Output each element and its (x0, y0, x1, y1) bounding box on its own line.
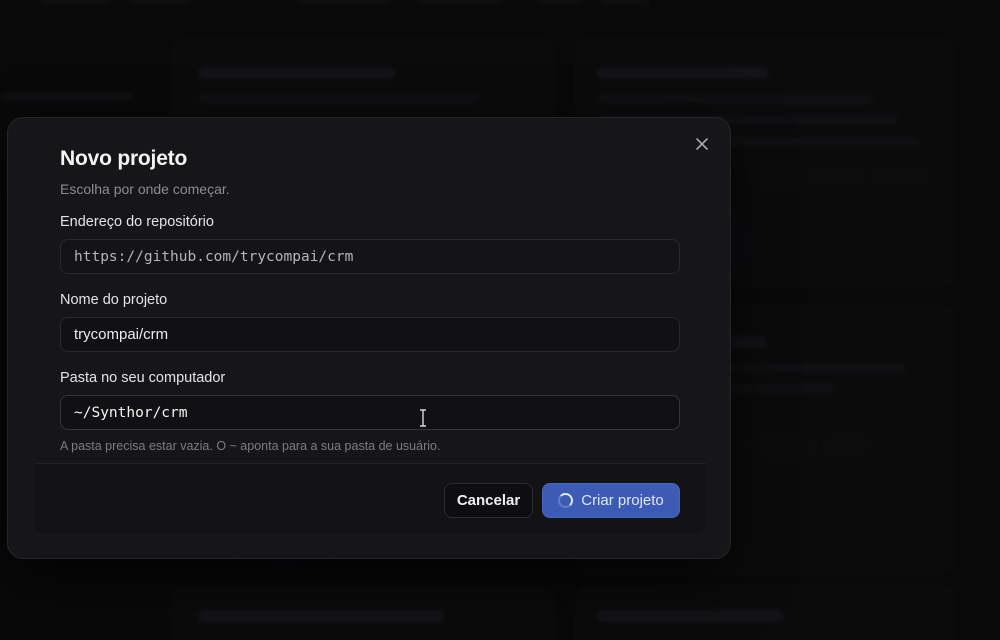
repo-url-value: https://github.com/trycompai/crm (74, 248, 354, 265)
loading-spinner-icon (558, 493, 574, 508)
close-button[interactable] (692, 134, 712, 154)
create-project-button[interactable]: Criar projeto (542, 483, 680, 518)
new-project-dialog: Novo projeto Escolha por onde começar. E… (7, 117, 731, 559)
dialog-title: Novo projeto (60, 147, 188, 170)
project-name-value: trycompai/crm (74, 326, 169, 343)
dialog-subtitle: Escolha por onde começar. (60, 181, 230, 197)
project-name-input[interactable]: trycompai/crm (60, 317, 680, 352)
folder-path-value: ~/Synthor/crm (74, 404, 188, 421)
folder-path-label: Pasta no seu computador (60, 370, 226, 386)
create-project-button-label: Criar projeto (581, 492, 664, 509)
folder-path-input[interactable]: ~/Synthor/crm (60, 395, 680, 430)
repo-url-label: Endereço do repositório (60, 214, 214, 230)
text-cursor-icon (420, 409, 426, 427)
cancel-button[interactable]: Cancelar (444, 483, 533, 518)
cancel-button-label: Cancelar (456, 492, 521, 509)
project-name-label: Nome do projeto (60, 292, 168, 308)
folder-hint: A pasta precisa estar vazia. O ~ aponta … (60, 439, 441, 453)
close-icon (696, 138, 708, 150)
dialog-footer: Cancelar Criar projeto (34, 463, 706, 534)
repo-url-input[interactable]: https://github.com/trycompai/crm (60, 239, 680, 274)
